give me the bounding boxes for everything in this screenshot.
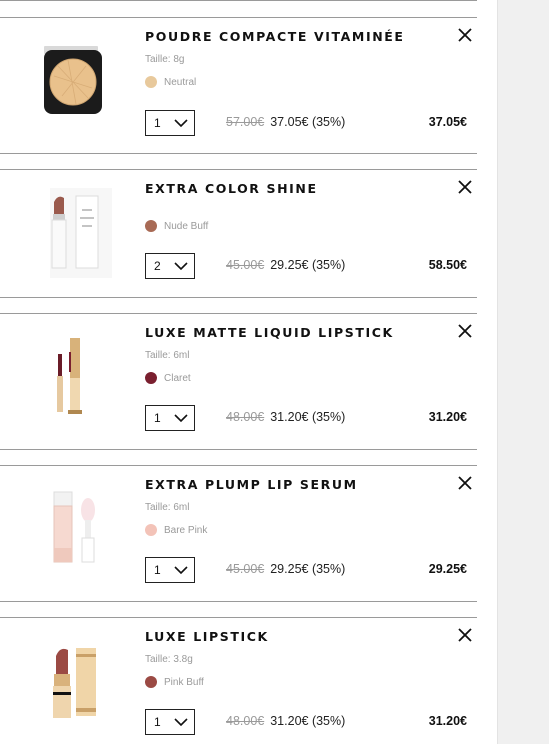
product-name[interactable]: EXTRA PLUMP LIP SERUM bbox=[145, 477, 358, 492]
discounted-price: 31.20€ (35%) bbox=[270, 714, 346, 728]
line-total: 58.50€ bbox=[428, 258, 467, 272]
close-icon[interactable] bbox=[458, 476, 472, 490]
price-line: 48.00€ 31.20€ (35%) bbox=[226, 410, 345, 424]
close-icon[interactable] bbox=[458, 180, 472, 194]
product-size: Taille: 6ml bbox=[145, 350, 190, 361]
discounted-price: 29.25€ (35%) bbox=[270, 258, 346, 272]
product-shade: Claret bbox=[145, 372, 191, 384]
shade-swatch bbox=[145, 220, 157, 232]
price-line: 57.00€ 37.05€ (35%) bbox=[226, 115, 345, 129]
price-line: 45.00€ 29.25€ (35%) bbox=[226, 562, 345, 576]
cart-item: POUDRE COMPACTE VITAMINÉE Taille: 8g Neu… bbox=[0, 17, 477, 154]
compact-powder-icon[interactable] bbox=[40, 36, 112, 132]
cart-item: EXTRA PLUMP LIP SERUM Taille: 6ml Bare P… bbox=[0, 465, 477, 602]
discounted-price: 31.20€ (35%) bbox=[270, 410, 346, 424]
close-icon[interactable] bbox=[458, 324, 472, 338]
discounted-price: 37.05€ (35%) bbox=[270, 115, 346, 129]
quantity-select[interactable]: 1 bbox=[145, 709, 195, 735]
cart-item: LUXE MATTE LIQUID LIPSTICK Taille: 6ml C… bbox=[0, 313, 477, 450]
scrollbar-track[interactable] bbox=[497, 0, 549, 744]
shade-label: Neutral bbox=[164, 76, 197, 88]
line-total: 37.05€ bbox=[428, 115, 467, 129]
quantity-value: 1 bbox=[154, 116, 161, 130]
lip-serum-icon[interactable] bbox=[40, 484, 112, 580]
product-name[interactable]: LUXE LIPSTICK bbox=[145, 629, 269, 644]
chevron-down-icon bbox=[174, 565, 188, 574]
liquid-lipstick-icon[interactable] bbox=[40, 332, 112, 428]
divider bbox=[0, 297, 477, 298]
shade-swatch bbox=[145, 524, 157, 536]
lipstick-tube-icon[interactable] bbox=[40, 182, 112, 280]
divider bbox=[0, 153, 477, 154]
original-price: 48.00€ bbox=[226, 714, 265, 728]
original-price: 57.00€ bbox=[226, 115, 265, 129]
quantity-select[interactable]: 1 bbox=[145, 110, 195, 136]
shade-label: Bare Pink bbox=[164, 524, 208, 536]
product-size: Taille: 3.8g bbox=[145, 654, 193, 665]
divider bbox=[0, 0, 477, 1]
quantity-select[interactable]: 1 bbox=[145, 557, 195, 583]
close-icon[interactable] bbox=[458, 28, 472, 42]
product-shade: Pink Buff bbox=[145, 676, 204, 688]
chevron-down-icon bbox=[174, 118, 188, 127]
quantity-value: 1 bbox=[154, 715, 161, 729]
divider bbox=[0, 601, 477, 602]
original-price: 45.00€ bbox=[226, 562, 265, 576]
product-size: Taille: 8g bbox=[145, 54, 185, 65]
price-line: 45.00€ 29.25€ (35%) bbox=[226, 258, 345, 272]
cart-item: EXTRA COLOR SHINE Nude Buff 2 45.00€ 29.2… bbox=[0, 169, 477, 298]
discounted-price: 29.25€ (35%) bbox=[270, 562, 346, 576]
product-size: Taille: 6ml bbox=[145, 502, 190, 513]
chevron-down-icon bbox=[174, 413, 188, 422]
chevron-down-icon bbox=[174, 717, 188, 726]
product-name[interactable]: LUXE MATTE LIQUID LIPSTICK bbox=[145, 325, 394, 340]
quantity-value: 1 bbox=[154, 411, 161, 425]
original-price: 45.00€ bbox=[226, 258, 265, 272]
line-total: 29.25€ bbox=[428, 562, 467, 576]
shade-swatch bbox=[145, 372, 157, 384]
quantity-value: 2 bbox=[154, 259, 161, 273]
product-shade: Bare Pink bbox=[145, 524, 207, 536]
quantity-select[interactable]: 1 bbox=[145, 405, 195, 431]
chevron-down-icon bbox=[174, 261, 188, 270]
cart-item: LUXE LIPSTICK Taille: 3.8g Pink Buff 1 4… bbox=[0, 617, 477, 745]
price-line: 48.00€ 31.20€ (35%) bbox=[226, 714, 345, 728]
luxe-lipstick-icon[interactable] bbox=[40, 636, 112, 732]
shade-swatch bbox=[145, 676, 157, 688]
product-name[interactable]: EXTRA COLOR SHINE bbox=[145, 181, 318, 196]
close-icon[interactable] bbox=[458, 628, 472, 642]
shade-label: Claret bbox=[164, 372, 191, 384]
product-shade: Nude Buff bbox=[145, 220, 208, 232]
quantity-value: 1 bbox=[154, 563, 161, 577]
shade-label: Pink Buff bbox=[164, 676, 204, 688]
shade-swatch bbox=[145, 76, 157, 88]
product-shade: Neutral bbox=[145, 76, 196, 88]
original-price: 48.00€ bbox=[226, 410, 265, 424]
quantity-select[interactable]: 2 bbox=[145, 253, 195, 279]
shade-label: Nude Buff bbox=[164, 220, 209, 232]
product-name[interactable]: POUDRE COMPACTE VITAMINÉE bbox=[145, 29, 405, 44]
divider bbox=[0, 449, 477, 450]
line-total: 31.20€ bbox=[428, 714, 467, 728]
line-total: 31.20€ bbox=[428, 410, 467, 424]
